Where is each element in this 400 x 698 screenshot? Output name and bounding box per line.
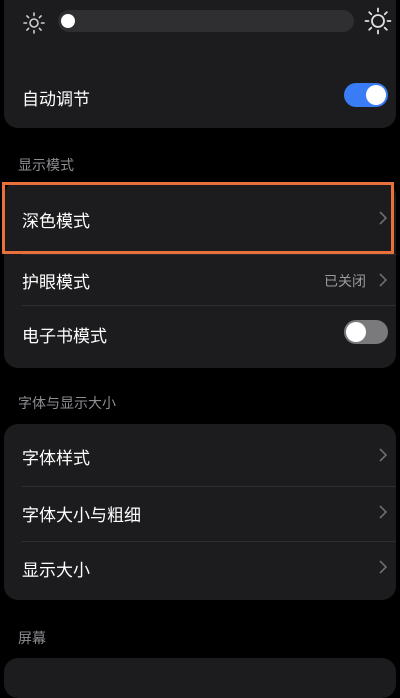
- ebook-mode-label: 电子书模式: [22, 327, 107, 347]
- auto-adjust-toggle[interactable]: [344, 83, 388, 107]
- brightness-min-icon: [23, 12, 45, 34]
- font-style-row[interactable]: 字体样式: [4, 424, 396, 482]
- chevron-right-icon: [379, 505, 388, 519]
- eye-comfort-label: 护眼模式: [22, 273, 90, 293]
- ebook-mode-row: 电子书模式: [4, 306, 396, 368]
- display-size-label: 显示大小: [22, 561, 90, 581]
- font-size-card: 字体样式 字体大小与粗细 显示大小: [4, 424, 396, 600]
- screen-card: [4, 658, 396, 698]
- brightness-card: 自动调节: [4, 0, 396, 128]
- ebook-mode-toggle[interactable]: [344, 320, 388, 344]
- brightness-max-icon: [364, 7, 392, 35]
- screen-header: 屏幕: [18, 631, 46, 647]
- font-size-weight-label: 字体大小与粗细: [22, 506, 141, 526]
- chevron-right-icon: [379, 448, 388, 462]
- eye-comfort-status: 已关闭: [324, 274, 366, 290]
- display-mode-header: 显示模式: [18, 158, 74, 174]
- highlight-frame: [2, 182, 394, 254]
- font-style-label: 字体样式: [22, 449, 90, 469]
- font-size-header: 字体与显示大小: [18, 396, 116, 412]
- auto-adjust-label: 自动调节: [22, 90, 90, 110]
- brightness-slider[interactable]: [58, 10, 354, 32]
- brightness-slider-knob[interactable]: [61, 14, 75, 28]
- font-size-weight-row[interactable]: 字体大小与粗细: [4, 487, 396, 543]
- display-size-row[interactable]: 显示大小: [4, 542, 396, 600]
- chevron-right-icon: [379, 273, 388, 287]
- chevron-right-icon: [379, 560, 388, 574]
